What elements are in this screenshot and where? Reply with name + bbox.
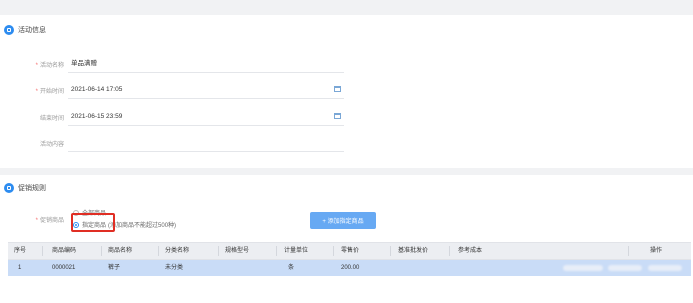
- calendar-icon[interactable]: [334, 113, 341, 119]
- end-time-field[interactable]: 2021-06-15 23:59: [68, 108, 344, 126]
- promo-products-label: * 促销商品: [35, 218, 64, 224]
- col-header-unit: 计量单位: [284, 248, 309, 254]
- cell-unit: 条: [288, 265, 295, 271]
- activity-info-card: 活动信息 * 活动名称 单品满赠 * 开始时间 2021-06-14 17:05 结…: [0, 15, 693, 168]
- promo-note: (添加商品不能超过500种): [108, 223, 177, 229]
- start-time-value: 2021-06-14 17:05: [71, 86, 123, 93]
- activity-name-field[interactable]: 单品满赠: [68, 55, 344, 73]
- column-divider: [218, 246, 219, 256]
- column-divider: [158, 246, 159, 256]
- promo-rules-title: 促销规则: [18, 185, 46, 192]
- promo-rules-card: 促销规则: [0, 175, 693, 303]
- highlight-annotation: [71, 213, 115, 232]
- add-specified-products-button[interactable]: + 添加指定商品: [310, 212, 376, 229]
- page: 活动信息 * 活动名称 单品满赠 * 开始时间 2021-06-14 17:05 结…: [0, 0, 693, 303]
- column-divider: [276, 246, 277, 256]
- rules-section-icon: [4, 183, 14, 193]
- end-time-row: 结束时间 2021-06-15 23:59: [0, 108, 360, 128]
- column-divider: [42, 246, 43, 256]
- start-time-row: * 开始时间 2021-06-14 17:05: [0, 81, 360, 101]
- col-header-actions: 操作: [650, 248, 663, 254]
- column-divider: [101, 246, 102, 256]
- start-time-label: * 开始时间: [35, 89, 64, 95]
- cell-category: 未分类: [165, 265, 184, 271]
- start-time-field[interactable]: 2021-06-14 17:05: [68, 81, 344, 99]
- column-divider: [390, 246, 391, 256]
- col-header-code: 商品编码: [52, 248, 77, 254]
- col-header-category: 分类名称: [165, 248, 190, 254]
- column-divider: [449, 246, 450, 256]
- blurred-content: [608, 265, 642, 271]
- col-header-wholesale: 基准批发价: [398, 248, 429, 254]
- activity-info-title: 活动信息: [18, 27, 46, 34]
- column-divider: [333, 246, 334, 256]
- info-section-icon: [4, 25, 14, 35]
- promo-rules-header: 促销规则: [4, 183, 46, 193]
- cell-name: 裤子: [108, 265, 121, 271]
- cell-index: 1: [18, 265, 22, 271]
- col-header-retail: 零售价: [341, 248, 360, 254]
- cell-retail: 200.00: [341, 265, 360, 271]
- activity-name-row: * 活动名称 单品满赠: [0, 55, 360, 75]
- products-table: 序号 商品编码 商品名称 分类名称 规格型号 计量单位 零售价 基准批发价 参考…: [8, 242, 691, 276]
- col-header-spec: 规格型号: [225, 248, 250, 254]
- top-bar: [0, 0, 693, 14]
- end-time-label: 结束时间: [39, 116, 64, 122]
- table-header: 序号 商品编码 商品名称 分类名称 规格型号 计量单位 零售价 基准批发价 参考…: [8, 242, 691, 260]
- content-field[interactable]: [68, 134, 344, 152]
- column-divider: [628, 246, 629, 256]
- cell-code: 0000021: [52, 265, 76, 271]
- blurred-content: [648, 265, 682, 271]
- calendar-icon[interactable]: [334, 86, 341, 92]
- content-row: 活动内容: [0, 134, 360, 154]
- activity-info-header: 活动信息: [4, 25, 46, 35]
- table-row[interactable]: 1 0000021 裤子 未分类 条 200.00: [8, 260, 691, 276]
- col-header-cost: 参考成本: [458, 248, 483, 254]
- end-time-value: 2021-06-15 23:59: [71, 113, 123, 120]
- activity-name-label: * 活动名称: [35, 63, 64, 69]
- col-header-index: 序号: [14, 248, 27, 254]
- blurred-content: [563, 265, 603, 271]
- content-label: 活动内容: [39, 142, 64, 148]
- col-header-name: 商品名称: [108, 248, 133, 254]
